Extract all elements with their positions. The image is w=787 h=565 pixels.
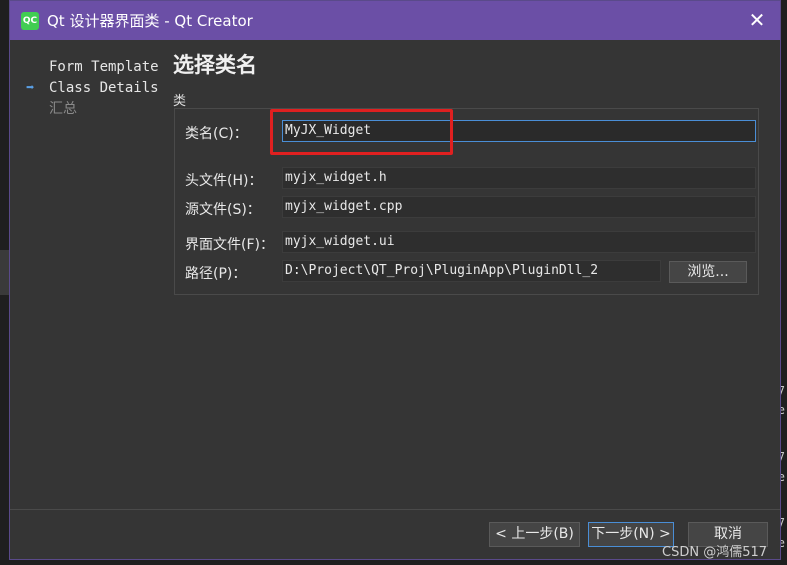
path-input[interactable]: D:\Project\QT_Proj\PluginApp\PluginDll_2 — [282, 260, 661, 282]
window-title: Qt 设计器界面类 - Qt Creator — [47, 12, 253, 30]
red-highlight-annotation — [270, 109, 453, 155]
browse-button[interactable]: 浏览... — [669, 261, 747, 283]
qt-creator-icon: QC — [21, 11, 39, 30]
source-file-label: 源文件(S)： — [185, 202, 261, 218]
page-title: 选择类名 — [173, 53, 257, 77]
source-file-input[interactable]: myjx_widget.cpp — [282, 196, 756, 218]
title-bar[interactable]: QC Qt 设计器界面类 - Qt Creator ✕ — [10, 1, 780, 40]
current-step-arrow-icon: ➡ — [26, 80, 35, 96]
path-label: 路径(P)： — [185, 266, 247, 282]
back-button[interactable]: < 上一步(B) — [489, 522, 580, 547]
step-summary: 汇总 — [49, 101, 77, 117]
close-icon[interactable]: ✕ — [748, 10, 766, 30]
form-file-input[interactable]: myjx_widget.ui — [282, 231, 756, 253]
wizard-steps: Form Template ➡ Class Details 汇总 — [24, 57, 174, 120]
class-name-label: 类名(C)： — [185, 126, 248, 142]
footer-divider — [10, 509, 780, 510]
header-file-label: 头文件(H)： — [185, 173, 263, 189]
header-file-input[interactable]: myjx_widget.h — [282, 167, 756, 189]
step-form-template: Form Template — [49, 59, 159, 75]
form-file-label: 界面文件(F)： — [185, 237, 274, 253]
step-class-details: ➡ Class Details — [24, 78, 174, 99]
class-group-label: 类 — [173, 94, 187, 109]
watermark-text: CSDN @鸿儒517 — [662, 545, 768, 560]
